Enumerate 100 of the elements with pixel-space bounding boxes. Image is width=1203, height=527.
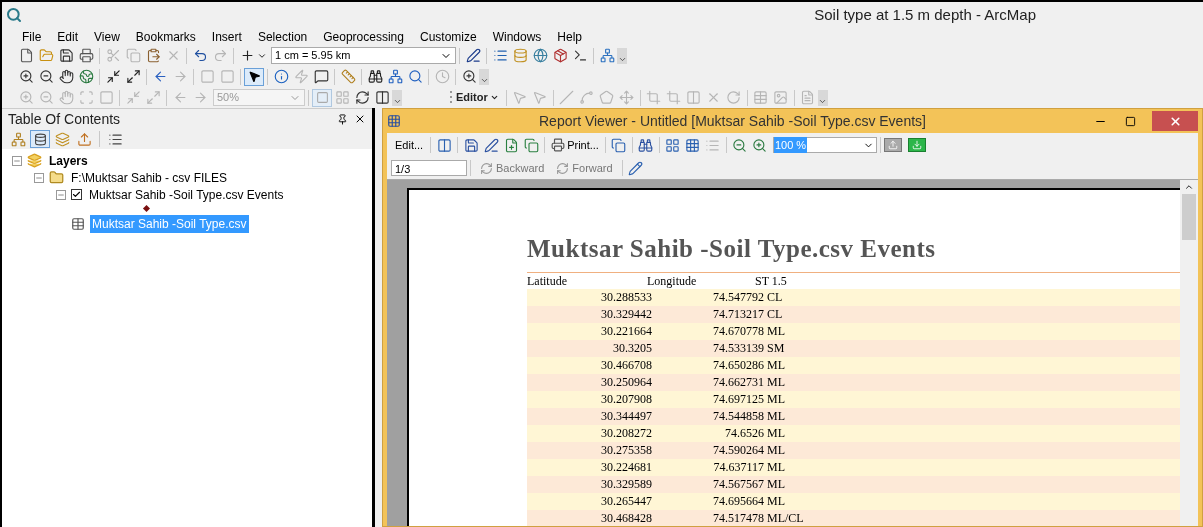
table-cell-text: 74.567567 xyxy=(712,476,764,493)
menu-item[interactable]: Geoprocessing xyxy=(315,27,412,46)
close-report-icon[interactable] xyxy=(883,138,902,152)
table-cell-text: 30.208272 xyxy=(600,425,652,442)
table-cell-text: 30.275358 xyxy=(600,442,652,459)
toolbar-overflow-icon[interactable] xyxy=(479,68,489,85)
table-cell-text: 74.547792 xyxy=(712,289,764,306)
forward-icon xyxy=(556,161,570,175)
table-cell-text: ML xyxy=(766,357,786,374)
table-cell-text: 30.265447 xyxy=(600,493,652,510)
report-grid-icon xyxy=(387,114,401,128)
table-cell-text: 74.697125 xyxy=(712,391,764,408)
layer-checkbox[interactable] xyxy=(71,189,82,200)
column-header: ST 1.5 xyxy=(755,272,788,290)
up-arrow-icon xyxy=(887,140,898,150)
table-cell-text: 30.3205 xyxy=(612,340,652,357)
collapse-toggle[interactable] xyxy=(34,172,44,183)
table-cell-text: 30.466708 xyxy=(600,357,652,374)
tree-item[interactable]: Layers xyxy=(47,151,90,170)
table-cell-text: ML xyxy=(766,408,786,425)
table-cell-text: 30.329442 xyxy=(600,306,652,323)
point-symbol-icon xyxy=(142,204,151,212)
table-cell-text: CL xyxy=(766,306,784,323)
close-icon xyxy=(1168,114,1182,128)
toggle-draft-mode-icon[interactable] xyxy=(312,88,332,107)
column-header: Longitude xyxy=(647,272,698,290)
layers-icon xyxy=(27,153,42,168)
app-logo-icon xyxy=(6,7,22,23)
scrollbar-thumb[interactable] xyxy=(1182,194,1196,240)
report-viewer-title: Report Viewer - Untitled [Muktsar Sahib -Soil Type.csv Events] xyxy=(539,111,926,131)
table-cell-text: ML xyxy=(766,425,786,442)
menu-item[interactable]: Bookmarks xyxy=(127,27,204,46)
table-cell-text: 74.662731 xyxy=(712,374,764,391)
toolbar-overflow-icon[interactable] xyxy=(817,89,828,106)
table-cell-text: ML xyxy=(766,374,786,391)
table-cell-text: 74.650286 xyxy=(712,357,764,374)
printer-icon xyxy=(551,138,566,152)
table-cell-text: ML xyxy=(766,391,786,408)
menu-item[interactable]: View xyxy=(86,27,128,46)
table-cell-text: 74.670778 xyxy=(712,323,764,340)
print-button[interactable]: Print... xyxy=(548,136,602,154)
menu-item[interactable]: Selection xyxy=(249,27,316,46)
table-cell-text: 74.533139 xyxy=(712,340,764,357)
checkmark-icon xyxy=(72,190,81,199)
tree-item[interactable]: Muktsar Sahib -Soil Type.csv Events xyxy=(87,185,286,204)
table-cell-text: 30.207908 xyxy=(600,391,652,408)
collapse-toggle[interactable] xyxy=(56,189,66,200)
table-cell-text: ML/CL xyxy=(766,510,805,526)
edit-button[interactable]: Edit... xyxy=(391,136,428,154)
editor-menu-button[interactable]: Editor xyxy=(452,89,503,106)
table-cell-text: 74.713217 xyxy=(712,306,764,323)
menu-item[interactable]: Insert xyxy=(203,27,250,46)
table-cell-text: 30.344497 xyxy=(600,408,652,425)
maximize-icon[interactable] xyxy=(1125,115,1136,127)
table-cell-text: ML xyxy=(766,459,786,476)
list-by-source-icon[interactable] xyxy=(30,130,50,148)
table-icon xyxy=(71,216,85,231)
table-cell-text: 30.329589 xyxy=(600,476,652,493)
menu-item[interactable]: Help xyxy=(549,27,591,46)
tree-item[interactable]: F:\Muktsar Sahib - csv FILES xyxy=(69,168,230,187)
menu-item[interactable]: Customize xyxy=(411,27,485,46)
menu-item[interactable]: File xyxy=(14,27,50,46)
table-cell-text: 30.224681 xyxy=(600,459,652,476)
page-number-field[interactable]: 1/3 xyxy=(391,160,467,176)
window-title: Soil type at 1.5 m depth - ArcMap xyxy=(814,4,1036,25)
table-cell-text: ML xyxy=(766,323,786,340)
table-cell-text: 74.6526 xyxy=(724,425,764,442)
toolbar-overflow-icon[interactable] xyxy=(617,47,627,64)
menu-item[interactable]: Edit xyxy=(49,27,87,46)
scroll-up-icon[interactable] xyxy=(1184,182,1194,192)
download-icon[interactable] xyxy=(907,138,926,152)
select-elements-icon[interactable] xyxy=(244,67,264,86)
table-cell-text: ML xyxy=(766,442,786,459)
pin-icon[interactable] xyxy=(337,113,348,125)
close-button[interactable] xyxy=(1152,111,1198,131)
table-cell-text: 30.288533 xyxy=(600,289,652,306)
table-cell-text: 74.544858 xyxy=(712,408,764,425)
forward-button[interactable]: Forward xyxy=(550,159,619,177)
table-cell-text: 30.250964 xyxy=(600,374,652,391)
close-icon[interactable] xyxy=(354,113,366,125)
report-title: Muktsar Sahib -Soil Type.csv Events xyxy=(527,234,937,264)
panel-title: Table Of Contents xyxy=(8,109,121,129)
table-cell-text: 30.468428 xyxy=(600,510,652,526)
table-cell-text: 30.221664 xyxy=(600,323,652,340)
table-cell-text: SM xyxy=(766,340,786,357)
backward-icon xyxy=(480,161,493,175)
table-cell-text: 74.517478 xyxy=(712,510,764,526)
table-cell-text: 74.695664 xyxy=(712,493,764,510)
table-cell-text: 74.637117 xyxy=(712,459,764,476)
table-cell-text: ML xyxy=(766,493,786,510)
folder-icon xyxy=(49,170,64,185)
table-cell-text: ML xyxy=(766,476,786,493)
column-header: Latitude xyxy=(527,272,568,290)
toolbar-overflow-icon[interactable] xyxy=(392,89,402,106)
collapse-toggle[interactable] xyxy=(12,155,22,166)
table-cell-text: CL xyxy=(766,289,784,306)
menu-item[interactable]: Windows xyxy=(484,27,550,46)
map-scale-field[interactable]: 1 cm = 5.95 km xyxy=(271,47,456,64)
backward-button[interactable]: Backward xyxy=(474,159,551,177)
table-cell-text: 74.590264 xyxy=(712,442,764,459)
